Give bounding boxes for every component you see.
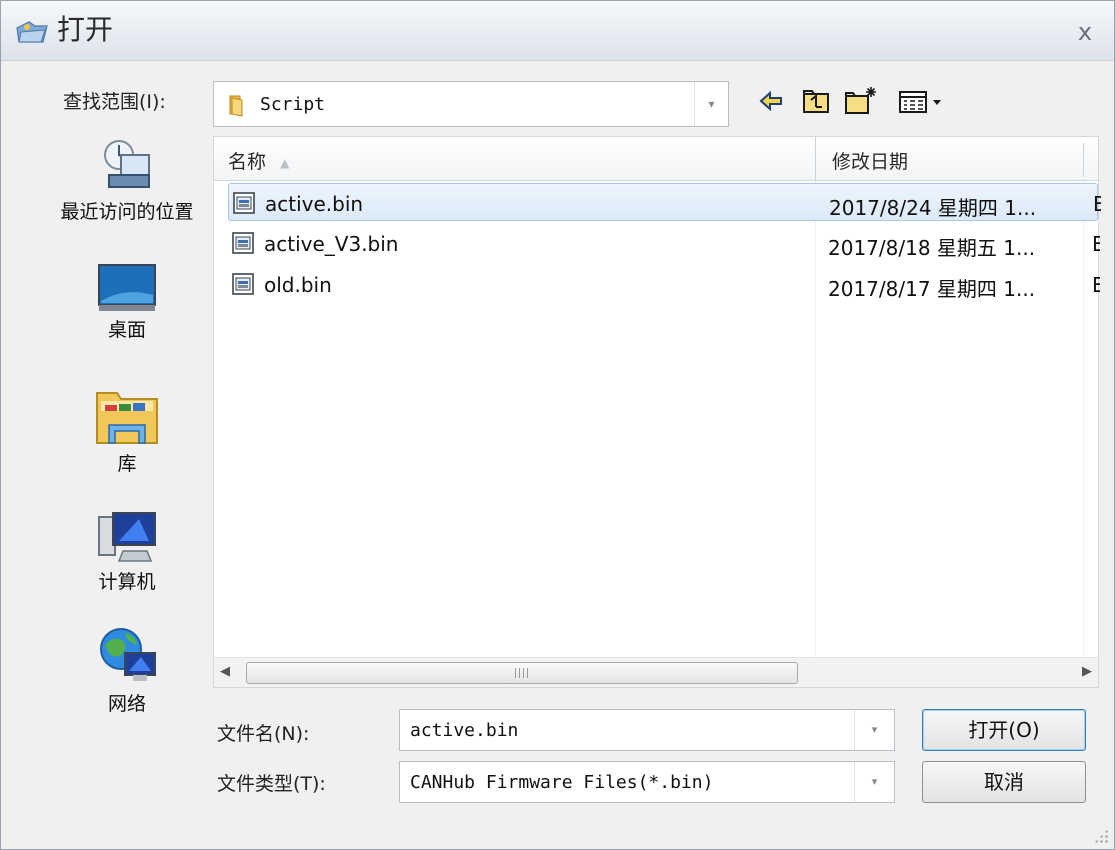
place-recent-label: 最近访问的位置: [60, 201, 194, 223]
open-button[interactable]: 打开(O): [922, 709, 1086, 751]
recent-places-icon: [104, 140, 150, 188]
place-computer[interactable]: 计算机: [47, 509, 207, 594]
column-header-name[interactable]: 名称 ▲: [228, 147, 289, 174]
resize-grip[interactable]: [1094, 829, 1108, 843]
look-in-value: Script: [260, 94, 326, 115]
file-name-value: active.bin: [410, 720, 519, 741]
file-extra-column: E: [1092, 232, 1100, 256]
place-libraries[interactable]: 库: [47, 385, 207, 476]
folder-icon: [229, 95, 243, 117]
file-date: 2017/8/17 星期四 1...: [828, 277, 1036, 301]
binary-file-icon: [232, 273, 254, 295]
column-divider[interactable]: [1083, 143, 1084, 177]
file-name-input[interactable]: active.bin ▾: [399, 709, 895, 751]
column-divider[interactable]: [815, 137, 816, 181]
up-folder-icon[interactable]: [801, 85, 831, 117]
network-icon: [100, 628, 156, 681]
place-network-label: 网络: [107, 693, 146, 715]
folder-open-icon: [16, 21, 48, 43]
column-header-date[interactable]: 修改日期: [832, 147, 908, 174]
horizontal-scrollbar[interactable]: ◀ ▶: [214, 657, 1098, 687]
place-desktop-label: 桌面: [107, 319, 146, 341]
new-folder-icon[interactable]: [843, 85, 879, 117]
back-arrow-icon[interactable]: [757, 85, 785, 117]
place-desktop[interactable]: 桌面: [47, 263, 207, 342]
place-libraries-label: 库: [117, 453, 137, 475]
open-file-dialog: 打开 x 查找范围(I): Script ▾ 最近访问的位置 桌面 库 计算机 …: [0, 0, 1115, 850]
title-bar: 打开 x: [1, 1, 1114, 61]
file-type-dropdown-arrow[interactable]: ▾: [854, 762, 894, 802]
file-row-old-bin[interactable]: old.bin 2017/8/17 星期四 1... E: [228, 265, 1100, 303]
file-name: active_V3.bin: [264, 232, 399, 256]
file-row-active-v3-bin[interactable]: active_V3.bin 2017/8/18 星期五 1... E: [228, 224, 1100, 262]
look-in-combobox[interactable]: Script ▾: [213, 81, 729, 127]
file-type-select[interactable]: CANHub Firmware Files(*.bin) ▾: [399, 761, 895, 803]
file-extra-column: E: [1092, 273, 1100, 297]
file-name: old.bin: [264, 273, 332, 297]
computer-icon: [98, 512, 156, 562]
look-in-dropdown-arrow[interactable]: ▾: [694, 82, 728, 126]
scroll-left-arrow[interactable]: ◀: [220, 664, 238, 682]
place-recent[interactable]: 最近访问的位置: [47, 137, 207, 224]
window-title: 打开: [57, 13, 114, 46]
look-in-label: 查找范围(I):: [63, 91, 166, 113]
scroll-thumb[interactable]: [246, 662, 798, 684]
desktop-icon: [98, 264, 156, 311]
file-list[interactable]: 名称 ▲ 修改日期 active.bin 2017/8/24 星期四 1... …: [213, 136, 1101, 688]
place-computer-label: 计算机: [98, 571, 156, 593]
file-name-label: 文件名(N):: [217, 723, 310, 745]
file-name: active.bin: [265, 192, 364, 216]
file-date: 2017/8/18 星期五 1...: [828, 236, 1036, 260]
column-name-label: 名称: [228, 151, 267, 173]
libraries-icon: [96, 392, 158, 444]
file-extra-column: E: [1093, 192, 1101, 216]
sort-ascending-icon: ▲: [280, 155, 290, 170]
file-type-value: CANHub Firmware Files(*.bin): [410, 772, 714, 793]
close-button[interactable]: x: [1070, 17, 1100, 47]
binary-file-icon: [232, 232, 254, 254]
scroll-thumb-grip: [515, 668, 529, 678]
place-network[interactable]: 网络: [47, 625, 207, 716]
cancel-button[interactable]: 取消: [922, 761, 1086, 803]
file-row-active-bin[interactable]: active.bin 2017/8/24 星期四 1... E: [228, 183, 1101, 221]
view-menu-icon[interactable]: [897, 85, 947, 117]
binary-file-icon: [233, 192, 255, 214]
file-list-header: 名称 ▲ 修改日期: [214, 137, 1098, 181]
scroll-right-arrow[interactable]: ▶: [1074, 664, 1092, 682]
file-type-label: 文件类型(T):: [217, 773, 326, 795]
file-name-dropdown-arrow[interactable]: ▾: [854, 710, 894, 750]
file-date: 2017/8/24 星期四 1...: [829, 196, 1037, 220]
